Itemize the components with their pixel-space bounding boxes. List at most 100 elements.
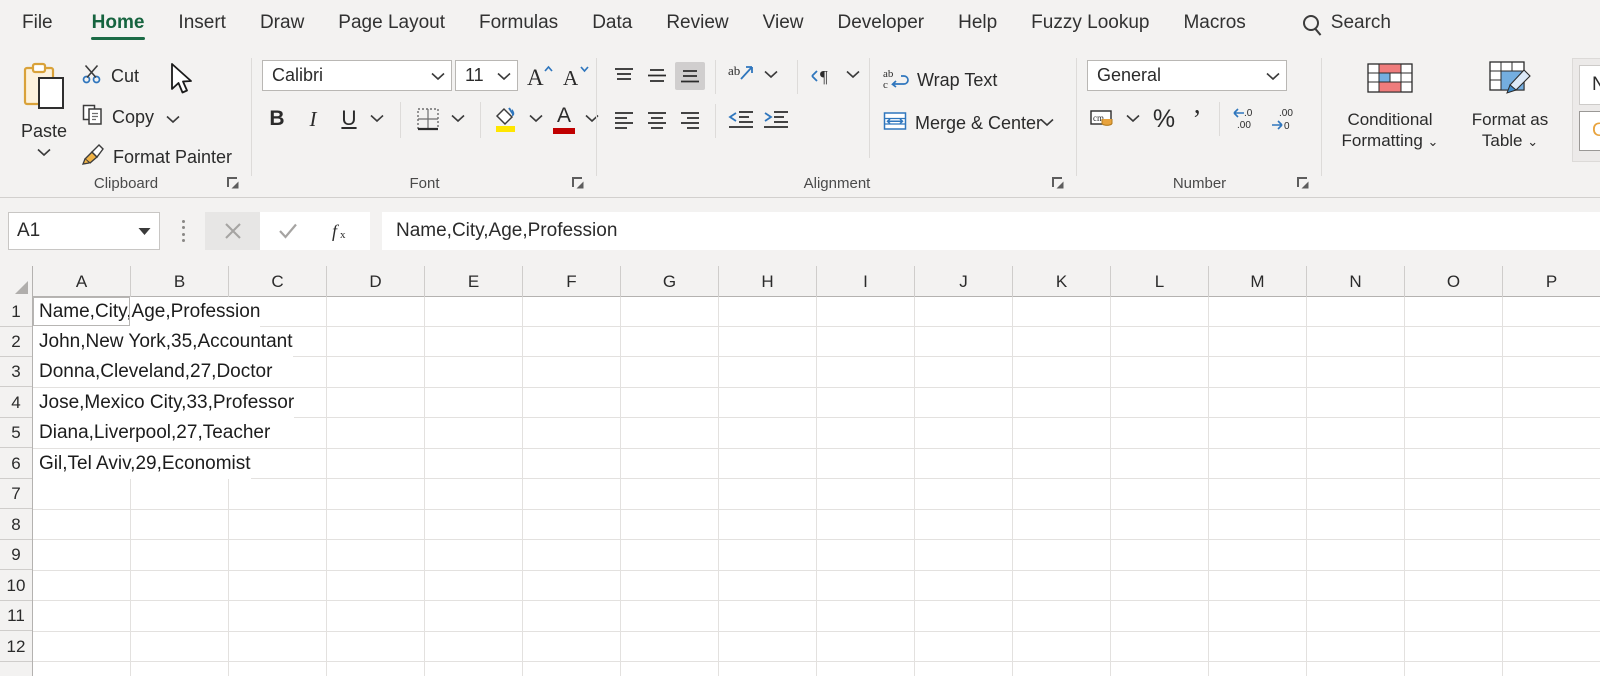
column-header-A[interactable]: A [33, 266, 131, 297]
copy-dropdown-button[interactable] [166, 108, 180, 129]
tab-file[interactable]: File [0, 0, 75, 46]
row-header-9[interactable]: 9 [0, 540, 32, 570]
orientation-button[interactable]: ab [725, 60, 759, 92]
formula-input[interactable]: Name,City,Age,Profession [382, 212, 1600, 250]
tab-developer[interactable]: Developer [820, 0, 941, 46]
font-name-combo[interactable]: Calibri [262, 60, 452, 91]
tab-help[interactable]: Help [941, 0, 1014, 46]
column-header-L[interactable]: L [1111, 266, 1209, 297]
fill-color-dropdown-button[interactable] [526, 108, 546, 128]
comma-style-button[interactable]: ’ [1183, 104, 1211, 134]
row-header-4[interactable]: 4 [0, 388, 32, 418]
copy-button[interactable]: Copy [82, 104, 154, 130]
confirm-formula-button[interactable] [260, 212, 315, 250]
column-header-K[interactable]: K [1013, 266, 1111, 297]
align-center-button[interactable] [642, 106, 672, 134]
accounting-dropdown-button[interactable] [1123, 108, 1143, 128]
decrease-decimal-button[interactable]: .00 0 [1267, 103, 1301, 135]
row-header-1[interactable]: 1 [0, 297, 32, 327]
borders-button[interactable] [412, 103, 444, 135]
tab-page-layout[interactable]: Page Layout [321, 0, 462, 46]
merge-center-button[interactable]: Merge & Center [883, 110, 1042, 137]
tab-data[interactable]: Data [575, 0, 649, 46]
wrap-text-button[interactable]: ab c Wrap Text [883, 66, 997, 95]
insert-function-button[interactable]: f x [315, 212, 370, 250]
column-header-M[interactable]: M [1209, 266, 1307, 297]
percent-style-button[interactable]: % [1149, 104, 1179, 134]
column-header-J[interactable]: J [915, 266, 1013, 297]
tab-view[interactable]: View [746, 0, 821, 46]
row-header-12[interactable]: 12 [0, 632, 32, 662]
alignment-dialog-launcher[interactable] [1051, 176, 1065, 190]
paste-button[interactable]: Paste [10, 56, 78, 168]
decrease-font-size-button[interactable]: A [560, 60, 592, 91]
increase-indent-button[interactable] [760, 106, 792, 134]
formula-bar-handle[interactable] [182, 220, 186, 242]
conditional-formatting-button[interactable]: Conditional Formatting ⌄ [1330, 58, 1450, 152]
name-box[interactable]: A1 [8, 212, 160, 250]
increase-font-size-button[interactable]: A [524, 60, 556, 91]
font-dialog-launcher[interactable] [571, 176, 585, 190]
tab-review[interactable]: Review [649, 0, 745, 46]
row-header-8[interactable]: 8 [0, 510, 32, 540]
column-header-G[interactable]: G [621, 266, 719, 297]
bold-button[interactable]: B [262, 104, 292, 134]
cell-A4[interactable]: Jose,Mexico City,33,Professor [33, 388, 295, 418]
tab-fuzzy-lookup[interactable]: Fuzzy Lookup [1014, 0, 1166, 46]
row-header-6[interactable]: 6 [0, 449, 32, 479]
format-as-table-button[interactable]: Format as Table ⌄ [1456, 58, 1564, 152]
cancel-formula-button[interactable] [205, 212, 260, 250]
select-all-corner[interactable] [0, 266, 33, 297]
align-bottom-button[interactable] [675, 62, 705, 90]
italic-button[interactable]: I [298, 104, 328, 134]
tab-macros[interactable]: Macros [1166, 0, 1262, 46]
row-header-10[interactable]: 10 [0, 571, 32, 601]
increase-decimal-button[interactable]: .0 .00 [1229, 103, 1263, 135]
row-header-2[interactable]: 2 [0, 327, 32, 357]
row-header-11[interactable]: 11 [0, 601, 32, 631]
column-header-N[interactable]: N [1307, 266, 1405, 297]
number-format-combo[interactable]: General [1087, 60, 1287, 91]
underline-dropdown-button[interactable] [367, 108, 387, 128]
cell-style-normal[interactable]: Nor [1579, 65, 1600, 105]
accounting-format-button[interactable]: cm [1087, 104, 1121, 134]
column-header-P[interactable]: P [1503, 266, 1600, 297]
fill-color-button[interactable] [490, 102, 522, 136]
column-header-D[interactable]: D [327, 266, 425, 297]
cell-A5[interactable]: Diana,Liverpool,27,Teacher [33, 418, 271, 448]
column-header-E[interactable]: E [425, 266, 523, 297]
decrease-indent-button[interactable] [725, 106, 757, 134]
tab-draw[interactable]: Draw [243, 0, 321, 46]
cell-A6[interactable]: Gil,Tel Aviv,29,Economist [33, 449, 251, 479]
borders-dropdown-button[interactable] [448, 108, 468, 128]
cell-style-calculation[interactable]: Calc [1579, 111, 1600, 151]
merge-center-dropdown-button[interactable] [1037, 112, 1057, 132]
column-header-C[interactable]: C [229, 266, 327, 297]
column-header-O[interactable]: O [1405, 266, 1503, 297]
cut-button[interactable]: Cut [82, 64, 139, 89]
clipboard-dialog-launcher[interactable] [226, 176, 240, 190]
font-size-combo[interactable]: 11 [455, 60, 518, 91]
text-direction-button[interactable]: ¶ [807, 60, 841, 92]
search-box[interactable]: Search [1302, 12, 1391, 34]
cell-A3[interactable]: Donna,Cleveland,27,Doctor [33, 357, 273, 387]
row-header-7[interactable]: 7 [0, 479, 32, 509]
underline-button[interactable]: U [334, 104, 364, 134]
number-dialog-launcher[interactable] [1296, 176, 1310, 190]
row-header-5[interactable]: 5 [0, 418, 32, 448]
column-header-H[interactable]: H [719, 266, 817, 297]
tab-insert[interactable]: Insert [161, 0, 243, 46]
align-middle-button[interactable] [642, 62, 672, 90]
font-color-button[interactable]: A [548, 102, 580, 136]
column-header-I[interactable]: I [817, 266, 915, 297]
align-right-button[interactable] [675, 106, 705, 134]
tab-formulas[interactable]: Formulas [462, 0, 575, 46]
column-header-F[interactable]: F [523, 266, 621, 297]
align-left-button[interactable] [609, 106, 639, 134]
text-direction-dropdown-button[interactable] [843, 64, 863, 84]
row-header-3[interactable]: 3 [0, 357, 32, 387]
cell-A1[interactable]: Name,City,Age,Profession [33, 297, 261, 327]
format-painter-button[interactable]: Format Painter [81, 144, 232, 170]
column-header-B[interactable]: B [131, 266, 229, 297]
align-top-button[interactable] [609, 62, 639, 90]
